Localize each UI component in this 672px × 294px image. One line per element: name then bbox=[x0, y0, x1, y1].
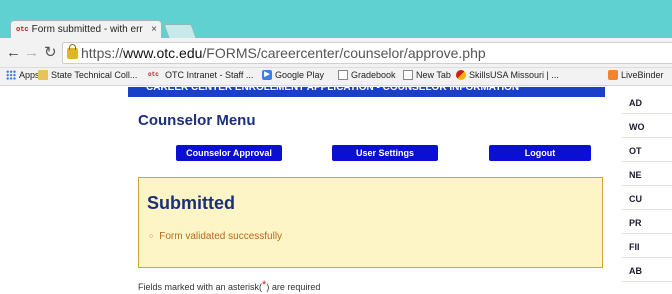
url-path: /FORMS/careercenter/counselor/approve.ph… bbox=[202, 45, 486, 61]
bookmark-livebinder[interactable]: LiveBinder bbox=[608, 70, 664, 80]
bookmark-label: New Tab bbox=[416, 70, 451, 80]
page-banner: CAREER CENTER ENROLLMENT APPLICATION - C… bbox=[128, 87, 605, 97]
right-sidebar: AD WO OT NE CU PR FII AB bbox=[622, 87, 672, 294]
bookmark-label: Google Play bbox=[275, 70, 325, 80]
otc-favicon: otc bbox=[148, 71, 159, 78]
sidebar-item[interactable]: NE bbox=[622, 164, 672, 186]
page-icon bbox=[338, 70, 348, 80]
back-arrow-icon[interactable]: ← bbox=[6, 44, 21, 62]
folder-icon bbox=[38, 70, 48, 80]
sidebar-item[interactable]: PR bbox=[622, 212, 672, 234]
bookmark-skillsusa[interactable]: SkillsUSA Missouri | ... bbox=[456, 70, 559, 80]
skillsusa-icon bbox=[456, 70, 466, 80]
bookmark-label: Apps bbox=[19, 70, 40, 80]
page-icon bbox=[403, 70, 413, 80]
bookmark-gradebook[interactable]: Gradebook bbox=[338, 70, 396, 80]
address-bar[interactable]: https://www.otc.edu/FORMS/careercenter/c… bbox=[62, 42, 672, 64]
bookmark-label: LiveBinder bbox=[621, 70, 664, 80]
bookmark-label: Gradebook bbox=[351, 70, 396, 80]
sidebar-item[interactable]: OT bbox=[622, 140, 672, 162]
bookmark-apps[interactable]: Apps bbox=[6, 70, 40, 80]
sidebar-item[interactable]: AD bbox=[622, 92, 672, 114]
required-fields-note: Fields marked with an asterisk(*) are re… bbox=[138, 279, 320, 292]
sidebar-item[interactable]: WO bbox=[622, 116, 672, 138]
bookmark-label: State Technical Coll... bbox=[51, 70, 138, 80]
forward-arrow-icon[interactable]: → bbox=[24, 44, 39, 62]
google-play-icon: ▶ bbox=[262, 70, 272, 80]
bullet-icon: ○ bbox=[149, 233, 154, 240]
bookmark-label: OTC Intranet - Staff ... bbox=[165, 70, 254, 80]
browser-tab[interactable]: otc Form submitted - with err × bbox=[10, 20, 162, 38]
sidebar-item[interactable]: FII bbox=[622, 236, 672, 258]
reload-icon[interactable]: ↻ bbox=[44, 44, 57, 62]
browser-toolbar: ← → ↻ https://www.otc.edu/FORMS/careerce… bbox=[0, 38, 672, 68]
apps-grid-icon bbox=[6, 70, 16, 80]
submitted-notice: Submitted ○ Form validated successfully bbox=[138, 177, 603, 268]
user-settings-button[interactable]: User Settings bbox=[332, 145, 438, 161]
sidebar-item[interactable]: AB bbox=[622, 260, 672, 282]
sidebar-item[interactable]: CU bbox=[622, 188, 672, 210]
url-scheme: https:// bbox=[81, 45, 124, 61]
livebinder-icon bbox=[608, 70, 618, 80]
bookmark-label: SkillsUSA Missouri | ... bbox=[469, 70, 559, 80]
submitted-message: ○ Form validated successfully bbox=[149, 231, 282, 242]
page-content: CAREER CENTER ENROLLMENT APPLICATION - C… bbox=[0, 87, 672, 294]
submitted-title: Submitted bbox=[147, 193, 235, 213]
lock-icon bbox=[67, 44, 78, 59]
url-host: www.otc.edu bbox=[123, 45, 203, 61]
counselor-approval-button[interactable]: Counselor Approval bbox=[176, 145, 282, 161]
bookmark-new-tab[interactable]: New Tab bbox=[403, 70, 451, 80]
tab-strip: otc Form submitted - with err × bbox=[0, 0, 672, 38]
otc-favicon: otc bbox=[16, 25, 29, 34]
bookmarks-bar: Apps State Technical Coll... otc OTC Int… bbox=[0, 68, 672, 86]
tab-title: Form submitted - with err bbox=[31, 24, 143, 35]
submitted-message-text: Form validated successfully bbox=[159, 231, 283, 242]
close-tab-icon[interactable]: × bbox=[147, 24, 161, 35]
required-note-text-end: ) are required bbox=[266, 282, 321, 292]
logout-button[interactable]: Logout bbox=[489, 145, 591, 161]
required-note-text: Fields marked with an asterisk( bbox=[138, 282, 263, 292]
counselor-menu-heading: Counselor Menu bbox=[138, 112, 256, 129]
bookmark-otc-intranet[interactable]: otc OTC Intranet - Staff ... bbox=[148, 70, 253, 80]
bookmark-state-technical[interactable]: State Technical Coll... bbox=[38, 70, 137, 80]
new-tab-button[interactable] bbox=[163, 24, 197, 38]
bookmark-google-play[interactable]: ▶ Google Play bbox=[262, 70, 324, 80]
